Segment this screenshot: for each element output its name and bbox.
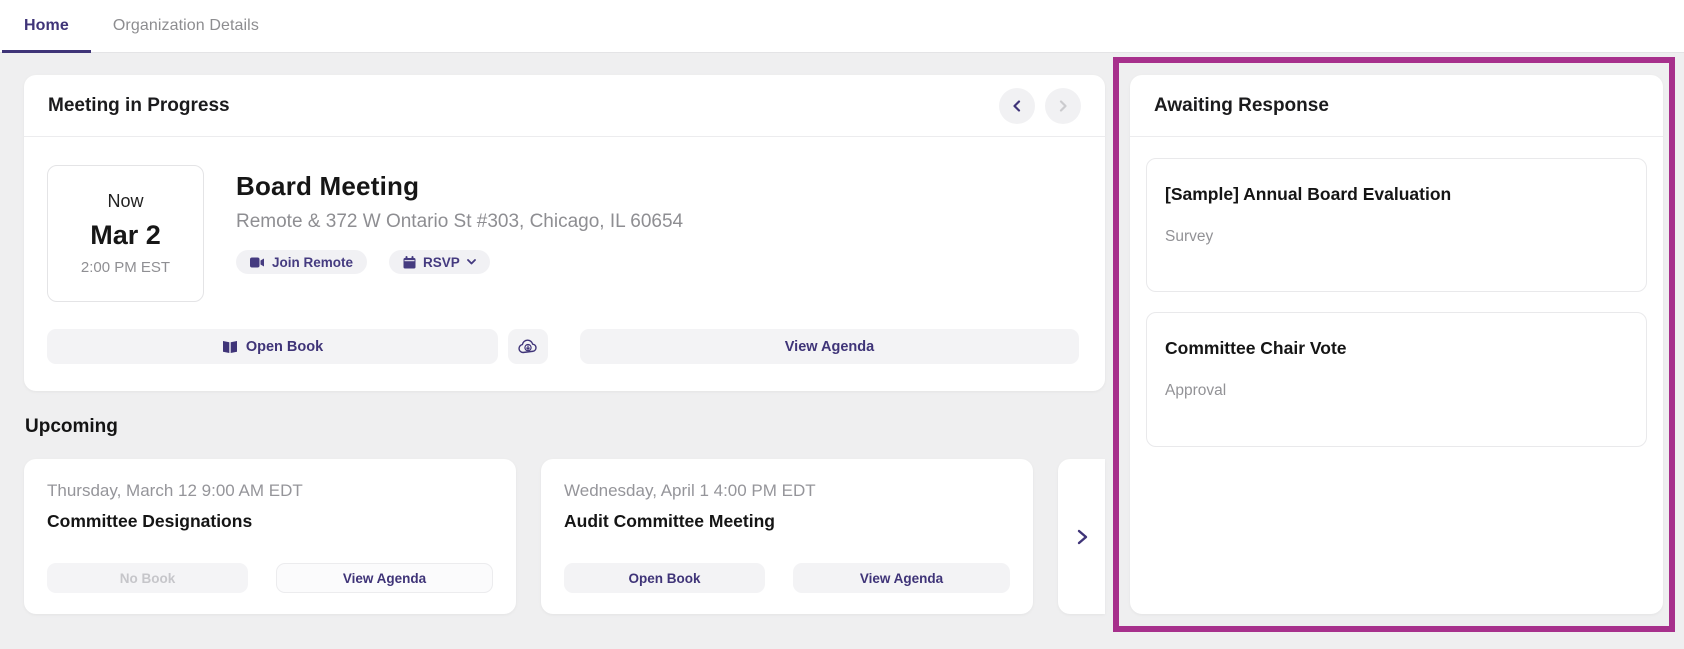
video-camera-icon	[250, 257, 265, 268]
upcoming-section-title: Upcoming	[25, 416, 118, 438]
download-book-button[interactable]	[508, 329, 548, 364]
cloud-download-icon	[518, 339, 538, 354]
no-book-button: No Book	[47, 563, 248, 593]
calendar-icon	[403, 256, 416, 269]
view-agenda-button[interactable]: View Agenda	[580, 329, 1079, 364]
awaiting-item-title: [Sample] Annual Board Evaluation	[1165, 184, 1628, 205]
meeting-location: Remote & 372 W Ontario St #303, Chicago,…	[236, 211, 683, 233]
rsvp-button[interactable]: RSVP	[389, 250, 490, 274]
join-remote-button[interactable]: Join Remote	[236, 250, 367, 274]
awaiting-response-item[interactable]: [Sample] Annual Board Evaluation Survey	[1146, 158, 1647, 292]
upcoming-meeting-card[interactable]: Wednesday, April 1 4:00 PM EDT Audit Com…	[541, 459, 1033, 614]
meeting-title: Board Meeting	[236, 171, 683, 202]
awaiting-response-card: Awaiting Response [Sample] Annual Board …	[1130, 75, 1663, 614]
meeting-date: Mar 2	[90, 220, 161, 251]
view-agenda-button[interactable]: View Agenda	[793, 563, 1010, 593]
meeting-date-relative: Now	[107, 191, 143, 212]
awaiting-item-type: Survey	[1165, 228, 1628, 246]
previous-meeting-button[interactable]	[999, 88, 1035, 124]
open-book-button[interactable]: Open Book	[47, 329, 498, 364]
view-agenda-label: View Agenda	[785, 339, 874, 355]
chevron-down-icon	[467, 259, 476, 265]
view-agenda-button[interactable]: View Agenda	[276, 563, 493, 593]
next-meeting-button[interactable]	[1045, 88, 1081, 124]
join-remote-label: Join Remote	[272, 255, 353, 270]
tab-home[interactable]: Home	[2, 0, 91, 52]
meeting-in-progress-title: Meeting in Progress	[48, 95, 230, 117]
rsvp-label: RSVP	[423, 255, 460, 270]
awaiting-response-title: Awaiting Response	[1154, 95, 1329, 117]
meeting-in-progress-header: Meeting in Progress	[24, 75, 1105, 137]
upcoming-meeting-datetime: Thursday, March 12 9:00 AM EDT	[47, 481, 493, 501]
open-book-icon	[222, 340, 238, 354]
upcoming-meeting-title: Audit Committee Meeting	[564, 511, 1010, 532]
upcoming-meeting-card[interactable]: Thursday, March 12 9:00 AM EDT Committee…	[24, 459, 516, 614]
meeting-date-badge: Now Mar 2 2:00 PM EST	[47, 165, 204, 302]
awaiting-response-header: Awaiting Response	[1130, 75, 1663, 137]
open-book-label: Open Book	[246, 339, 323, 355]
upcoming-meeting-datetime: Wednesday, April 1 4:00 PM EDT	[564, 481, 1010, 501]
chevron-right-icon	[1057, 100, 1069, 112]
meeting-time: 2:00 PM EST	[81, 259, 170, 276]
meeting-in-progress-card: Meeting in Progress Now Mar 2 2:00 PM ES…	[24, 75, 1105, 391]
chevron-left-icon	[1011, 100, 1023, 112]
awaiting-response-item[interactable]: Committee Chair Vote Approval	[1146, 312, 1647, 447]
top-tab-bar: Home Organization Details	[0, 0, 1684, 53]
awaiting-item-title: Committee Chair Vote	[1165, 338, 1628, 359]
open-book-button[interactable]: Open Book	[564, 563, 765, 593]
awaiting-item-type: Approval	[1165, 382, 1628, 400]
upcoming-meeting-title: Committee Designations	[47, 511, 493, 532]
chevron-right-icon	[1075, 529, 1089, 545]
tab-organization-details[interactable]: Organization Details	[91, 0, 281, 52]
scroll-upcoming-right-button[interactable]	[1058, 459, 1105, 614]
